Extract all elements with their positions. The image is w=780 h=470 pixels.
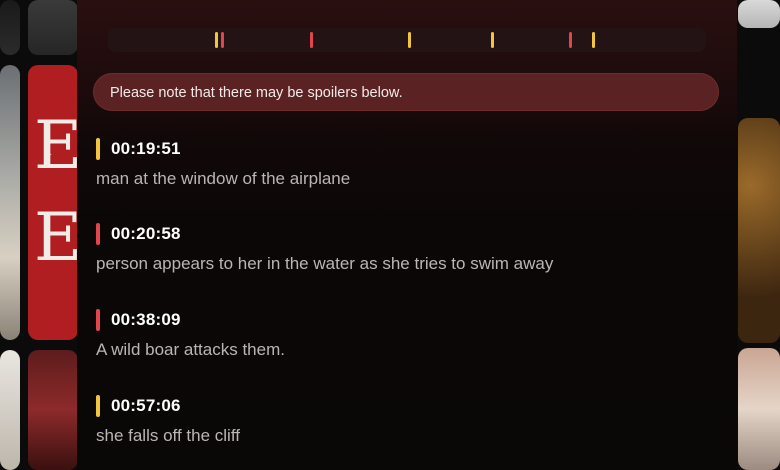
poster-thumbnail[interactable]: [0, 0, 20, 55]
timeline-marker[interactable]: [592, 32, 595, 48]
poster-thumbnail[interactable]: [738, 348, 780, 470]
timeline-marker[interactable]: [310, 32, 313, 48]
poster-thumbnail[interactable]: [0, 65, 20, 340]
entry-description: A wild boar attacks them.: [96, 340, 285, 359]
timeline-marker[interactable]: [491, 32, 494, 48]
poster-thumbnail[interactable]: [28, 350, 78, 470]
poster-art-glyph: A: [44, 147, 52, 158]
entry-description: person appears to her in the water as sh…: [96, 254, 554, 273]
severity-indicator: [96, 395, 100, 417]
timeline-marker[interactable]: [569, 32, 572, 48]
severity-indicator: [96, 223, 100, 245]
poster-art-glyph: E: [34, 199, 78, 276]
timeline-marker[interactable]: [221, 32, 224, 48]
poster-thumbnail[interactable]: E A E: [28, 65, 78, 340]
entry-timestamp: 00:57:06: [111, 396, 181, 415]
spoiler-panel: Please note that there may be spoilers b…: [77, 0, 737, 470]
spoiler-warning-banner: Please note that there may be spoilers b…: [93, 73, 719, 111]
poster-thumbnail[interactable]: [0, 350, 20, 470]
timeline-marker[interactable]: [408, 32, 411, 48]
spoiler-entry[interactable]: 00:57:06 she falls off the cliff: [96, 395, 716, 455]
spoiler-warning-text: Please note that there may be spoilers b…: [110, 85, 403, 101]
timeline-marker[interactable]: [215, 32, 218, 48]
entry-timestamp: 00:19:51: [111, 139, 181, 158]
poster-thumbnail[interactable]: [738, 0, 780, 28]
spoiler-entry[interactable]: 00:20:58 person appears to her in the wa…: [96, 223, 716, 283]
poster-art-glyph: E: [34, 107, 78, 184]
spoiler-entry[interactable]: 00:38:09 A wild boar attacks them.: [96, 309, 716, 369]
severity-indicator: [96, 309, 100, 331]
severity-indicator: [96, 138, 100, 160]
entry-timestamp: 00:20:58: [111, 224, 181, 243]
spoiler-entry[interactable]: 00:19:51 man at the window of the airpla…: [96, 138, 716, 198]
entry-description: man at the window of the airplane: [96, 169, 351, 188]
screen: E A E Please note that there may be spoi…: [0, 0, 780, 470]
entry-timestamp: 00:38:09: [111, 310, 181, 329]
poster-thumbnail[interactable]: [28, 0, 78, 55]
entry-description: she falls off the cliff: [96, 426, 240, 445]
poster-thumbnail[interactable]: [738, 118, 780, 343]
timeline-track[interactable]: [108, 28, 706, 52]
